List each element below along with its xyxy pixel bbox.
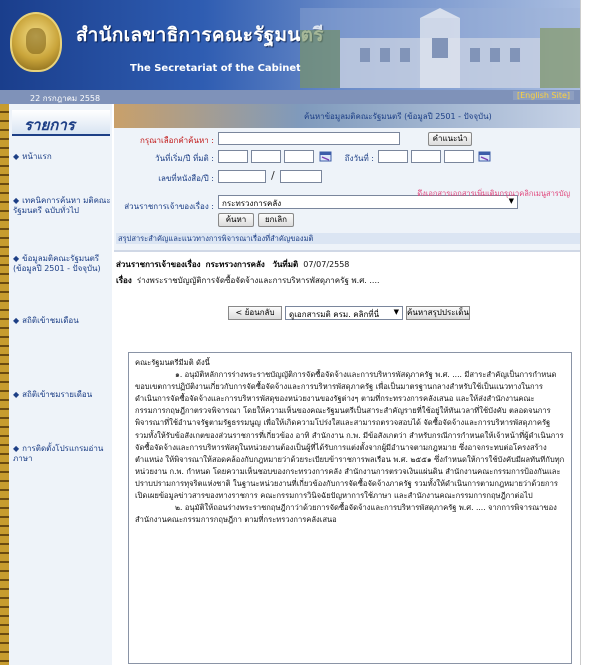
bullet-icon: ◆ <box>13 196 20 205</box>
bullet-icon: ◆ <box>13 152 20 161</box>
sidebar-item-home[interactable]: ◆ หน้าแรก <box>13 152 111 162</box>
bullet-icon: ◆ <box>13 390 20 399</box>
decorative-chain-border <box>0 104 9 665</box>
sidebar-item-visit-stats[interactable]: ◆ สถิติเข้าชมเดือน <box>13 316 111 326</box>
sidebar <box>0 104 112 665</box>
english-site-link[interactable]: [English Site] <box>512 91 574 100</box>
sidebar-item-language-program[interactable]: ◆ การติดตั้งโปรแกรมอ่านภาษา <box>13 444 111 464</box>
government-house-photo <box>300 8 580 88</box>
sidebar-item-label: เทคนิคการค้นหา มติคณะรัฐมนตรี ฉบับทั่วไป <box>13 196 111 215</box>
sidebar-heading-label: รายการ <box>24 116 75 134</box>
sidebar-item-label: การติดตั้งโปรแกรมอ่านภาษา <box>13 444 104 463</box>
window-right-edge <box>580 0 598 665</box>
sidebar-heading: รายการ <box>12 110 110 136</box>
bullet-icon: ◆ <box>13 254 20 263</box>
sidebar-item-label: สถิติเข้าชมรายเดือน <box>22 390 93 399</box>
royal-seal-logo <box>10 12 62 72</box>
sidebar-item-cabinet-data[interactable]: ◆ ข้อมูลมติคณะรัฐมนตรี (ข้อมูลปี 2501 - ป… <box>13 254 111 274</box>
sidebar-item-monthly-stats[interactable]: ◆ สถิติเข้าชมรายเดือน <box>13 390 111 400</box>
bullet-icon: ◆ <box>13 316 20 325</box>
sidebar-item-search-technique[interactable]: ◆ เทคนิคการค้นหา มติคณะรัฐมนตรี ฉบับทั่วไ… <box>13 196 111 216</box>
resolution-paragraph-1: ๑. อนุมัติหลักการร่างพระราชบัญญัติการจัด… <box>135 370 565 501</box>
site-title-thai: สำนักเลขาธิการคณะรัฐมนตรี <box>76 24 324 46</box>
sidebar-item-label: หน้าแรก <box>22 152 52 161</box>
resolution-paragraph-2: ๒. อนุมัติให้ถอนร่างพระราชกฤษฎีกาว่าด้วย… <box>135 503 557 525</box>
resolution-intro: คณะรัฐมนตรีมีมติ ดังนี้ <box>135 358 210 367</box>
bullet-icon: ◆ <box>13 444 20 453</box>
sidebar-item-label: ข้อมูลมติคณะรัฐมนตรี (ข้อมูลปี 2501 - ปั… <box>13 254 101 273</box>
site-title-english: The Secretariat of the Cabinet <box>130 63 301 74</box>
resolution-textarea[interactable]: คณะรัฐมนตรีมีมติ ดังนี้ ๑. อนุมัติหลักกา… <box>128 352 572 664</box>
page: สำนักเลขาธิการคณะรัฐมนตรี The Secretaria… <box>0 0 580 665</box>
date-bar: 22 กรกฎาคม 2558 [English Site] <box>0 90 580 104</box>
site-header: สำนักเลขาธิการคณะรัฐมนตรี The Secretaria… <box>0 0 580 90</box>
sidebar-item-label: สถิติเข้าชมเดือน <box>22 316 79 325</box>
